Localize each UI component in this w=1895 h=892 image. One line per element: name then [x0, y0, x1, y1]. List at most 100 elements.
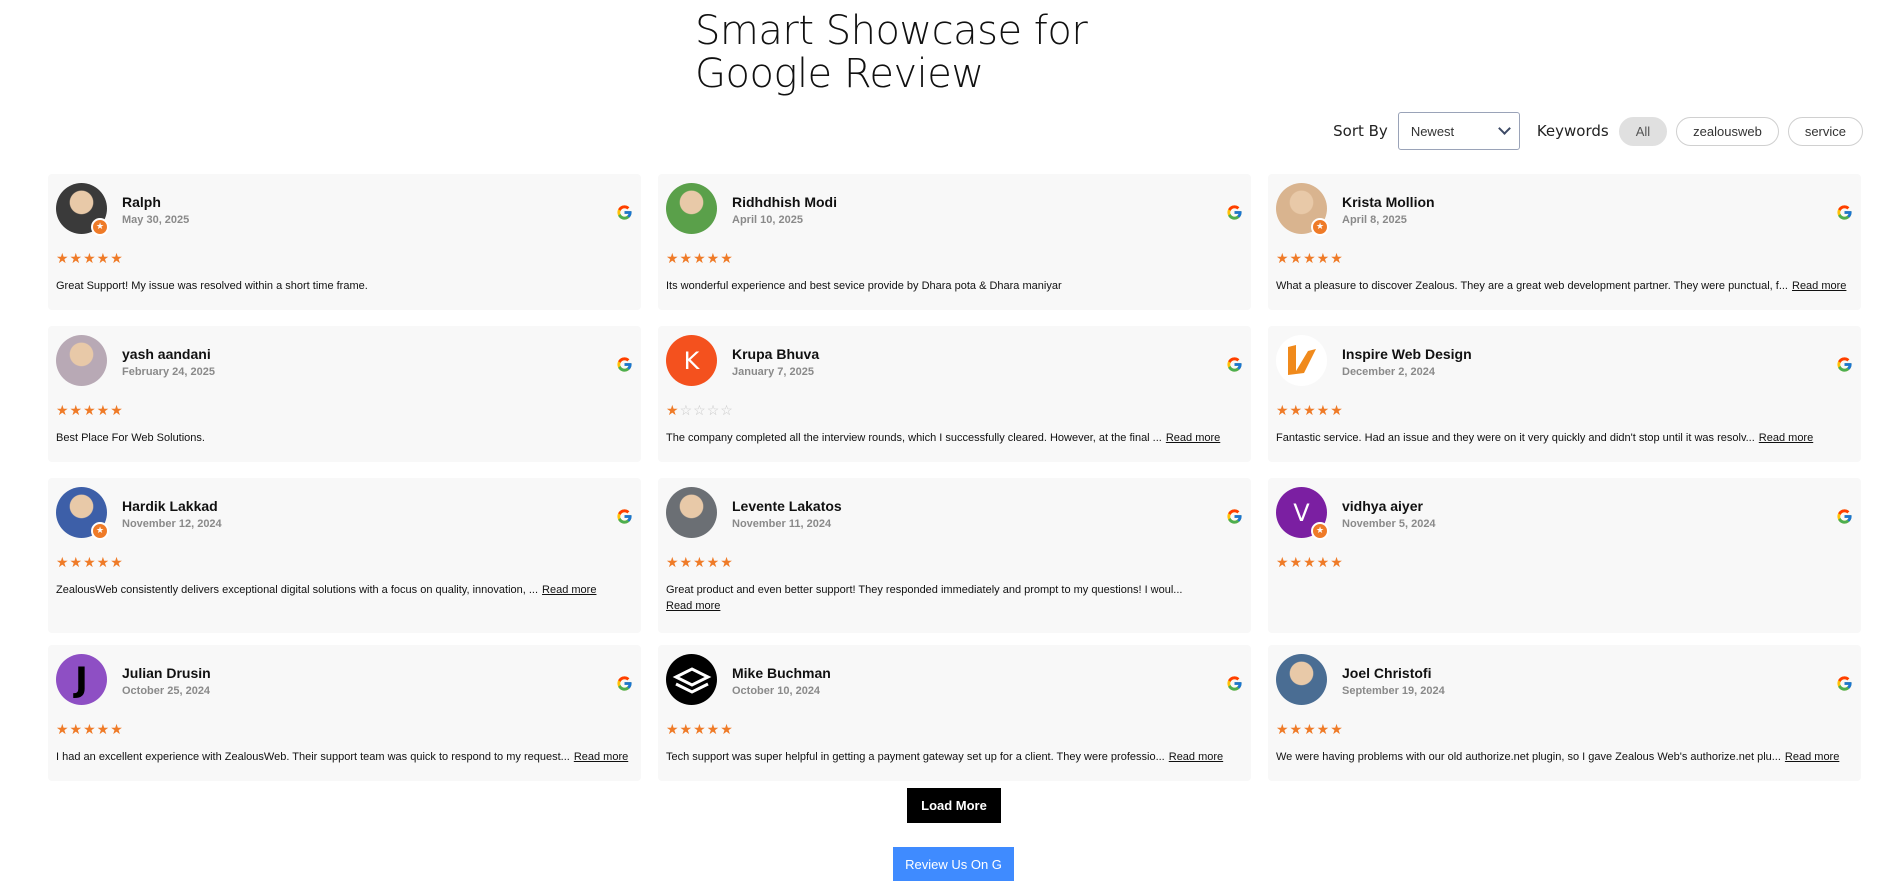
avatar-photo — [666, 183, 717, 234]
google-icon — [1226, 356, 1243, 373]
chevron-down-icon — [1497, 122, 1511, 135]
local-guide-badge-icon: ★ — [1311, 522, 1329, 540]
review-text-block: ZealousWeb consistently delivers excepti… — [56, 582, 633, 598]
review-date: November 11, 2024 — [732, 518, 832, 530]
review-text-block: What a pleasure to discover Zealous. The… — [1276, 278, 1853, 294]
avatar: V ★ — [1276, 487, 1329, 540]
review-text-block: Fantastic service. Had an issue and they… — [1276, 430, 1853, 446]
star-rating: ★★★★★ — [1276, 250, 1344, 266]
avatar-initial: J — [56, 654, 107, 705]
reviewer-name: yash aandani — [122, 346, 211, 362]
avatar — [1276, 654, 1327, 705]
review-text: I had an excellent experience with Zealo… — [56, 751, 570, 763]
star-rating: ★★★★★ — [666, 250, 734, 266]
company-logo-icon — [1287, 344, 1316, 375]
star-rating: ★★★★★ — [56, 554, 124, 570]
reviewer-name: Joel Christofi — [1342, 665, 1432, 681]
reviewer-name: Ridhdhish Modi — [732, 194, 837, 210]
star-rating: ★★★★★ — [666, 721, 734, 737]
reviewer-name: Inspire Web Design — [1342, 346, 1472, 362]
avatar-initial: K — [666, 335, 717, 386]
star-rating: ★★★★★ — [56, 721, 124, 737]
sort-by-label: Sort By — [1333, 122, 1388, 140]
review-text-block: The company completed all the interview … — [666, 430, 1243, 446]
reviewer-name: Krupa Bhuva — [732, 346, 820, 362]
review-card: K Krupa Bhuva January 7, 2025 ★☆☆☆☆ The … — [658, 326, 1251, 462]
review-date: January 7, 2025 — [732, 366, 814, 378]
review-text: Fantastic service. Had an issue and they… — [1276, 432, 1755, 444]
company-logo-icon — [672, 666, 711, 694]
google-icon — [1836, 356, 1853, 373]
avatar-photo — [56, 335, 107, 386]
star-rating: ★☆☆☆☆ — [666, 402, 734, 418]
read-more-link[interactable]: Read more — [1785, 751, 1839, 763]
avatar: ★ — [1276, 183, 1329, 236]
keywords-label: Keywords — [1536, 122, 1609, 140]
review-text-block: I had an excellent experience with Zealo… — [56, 749, 633, 765]
google-icon — [1836, 675, 1853, 692]
avatar-photo — [1276, 654, 1327, 705]
review-card: ★ Krista Mollion April 8, 2025 ★★★★★ Wha… — [1268, 174, 1861, 310]
review-us-button[interactable]: Review Us On G — [893, 847, 1014, 881]
review-text: Best Place For Web Solutions. — [56, 432, 205, 444]
review-card: V ★ vidhya aiyer November 5, 2024 ★★★★★ — [1268, 478, 1861, 633]
reviewer-name: vidhya aiyer — [1342, 498, 1423, 514]
reviewer-name: Krista Mollion — [1342, 194, 1435, 210]
review-text-block: Best Place For Web Solutions. — [56, 430, 633, 446]
read-more-link[interactable]: Read more — [1169, 751, 1223, 763]
star-rating: ★★★★★ — [1276, 721, 1344, 737]
google-icon — [616, 675, 633, 692]
review-text: What a pleasure to discover Zealous. The… — [1276, 280, 1788, 292]
star-rating: ★★★★★ — [56, 402, 124, 418]
review-date: December 2, 2024 — [1342, 366, 1435, 378]
read-more-link[interactable]: Read more — [1166, 432, 1220, 444]
local-guide-badge-icon: ★ — [91, 218, 109, 236]
review-card: Joel Christofi September 19, 2024 ★★★★★ … — [1268, 645, 1861, 781]
google-icon — [1836, 508, 1853, 525]
filter-controls: Sort By Newest Keywords All zealousweb s… — [1333, 112, 1863, 150]
review-card: ★ Ralph May 30, 2025 ★★★★★ Great Support… — [48, 174, 641, 310]
title-line-1: Smart Showcase for — [695, 8, 1088, 54]
google-icon — [616, 204, 633, 221]
review-date: November 5, 2024 — [1342, 518, 1436, 530]
read-more-link[interactable]: Read more — [1792, 280, 1846, 292]
google-icon — [1226, 508, 1243, 525]
reviewer-name: Hardik Lakkad — [122, 498, 218, 514]
review-text: Its wonderful experience and best sevice… — [666, 280, 1062, 292]
review-date: April 8, 2025 — [1342, 214, 1407, 226]
google-icon — [616, 508, 633, 525]
review-card: J Julian Drusin October 25, 2024 ★★★★★ I… — [48, 645, 641, 781]
star-rating: ★★★★★ — [666, 554, 734, 570]
review-text: ZealousWeb consistently delivers excepti… — [56, 584, 539, 596]
google-icon — [1226, 675, 1243, 692]
reviewer-name: Mike Buchman — [732, 665, 831, 681]
sort-dropdown[interactable]: Newest — [1397, 112, 1520, 150]
sort-value: Newest — [1410, 123, 1455, 139]
review-text: Tech support was super helpful in gettin… — [666, 751, 1165, 763]
review-text-block: We were having problems with our old aut… — [1276, 749, 1853, 765]
keyword-chip-zealousweb[interactable]: zealousweb — [1676, 116, 1779, 146]
reviewer-name: Levente Lakatos — [732, 498, 842, 514]
read-more-link[interactable]: Read more — [542, 584, 596, 596]
avatar: K — [666, 335, 717, 386]
review-card: ★ Hardik Lakkad November 12, 2024 ★★★★★ … — [48, 478, 641, 633]
avatar — [1276, 335, 1327, 386]
review-date: September 19, 2024 — [1342, 685, 1445, 697]
avatar — [56, 335, 107, 386]
reviewer-name: Julian Drusin — [122, 665, 211, 681]
keyword-chip-all[interactable]: All — [1618, 116, 1668, 146]
load-more-button[interactable]: Load More — [907, 788, 1001, 823]
review-card: Inspire Web Design December 2, 2024 ★★★★… — [1268, 326, 1861, 462]
reviewer-name: Ralph — [122, 194, 161, 210]
review-date: October 25, 2024 — [122, 685, 211, 697]
review-date: April 10, 2025 — [732, 214, 803, 226]
keyword-chip-service[interactable]: service — [1787, 116, 1863, 146]
read-more-link[interactable]: Read more — [1759, 432, 1813, 444]
read-more-link[interactable]: Read more — [666, 598, 1243, 614]
read-more-link[interactable]: Read more — [574, 751, 628, 763]
star-rating: ★★★★★ — [1276, 554, 1344, 570]
review-text: The company completed all the interview … — [666, 432, 1162, 444]
review-card: Mike Buchman October 10, 2024 ★★★★★ Tech… — [658, 645, 1251, 781]
review-text-block: Its wonderful experience and best sevice… — [666, 278, 1243, 294]
avatar — [666, 183, 717, 234]
